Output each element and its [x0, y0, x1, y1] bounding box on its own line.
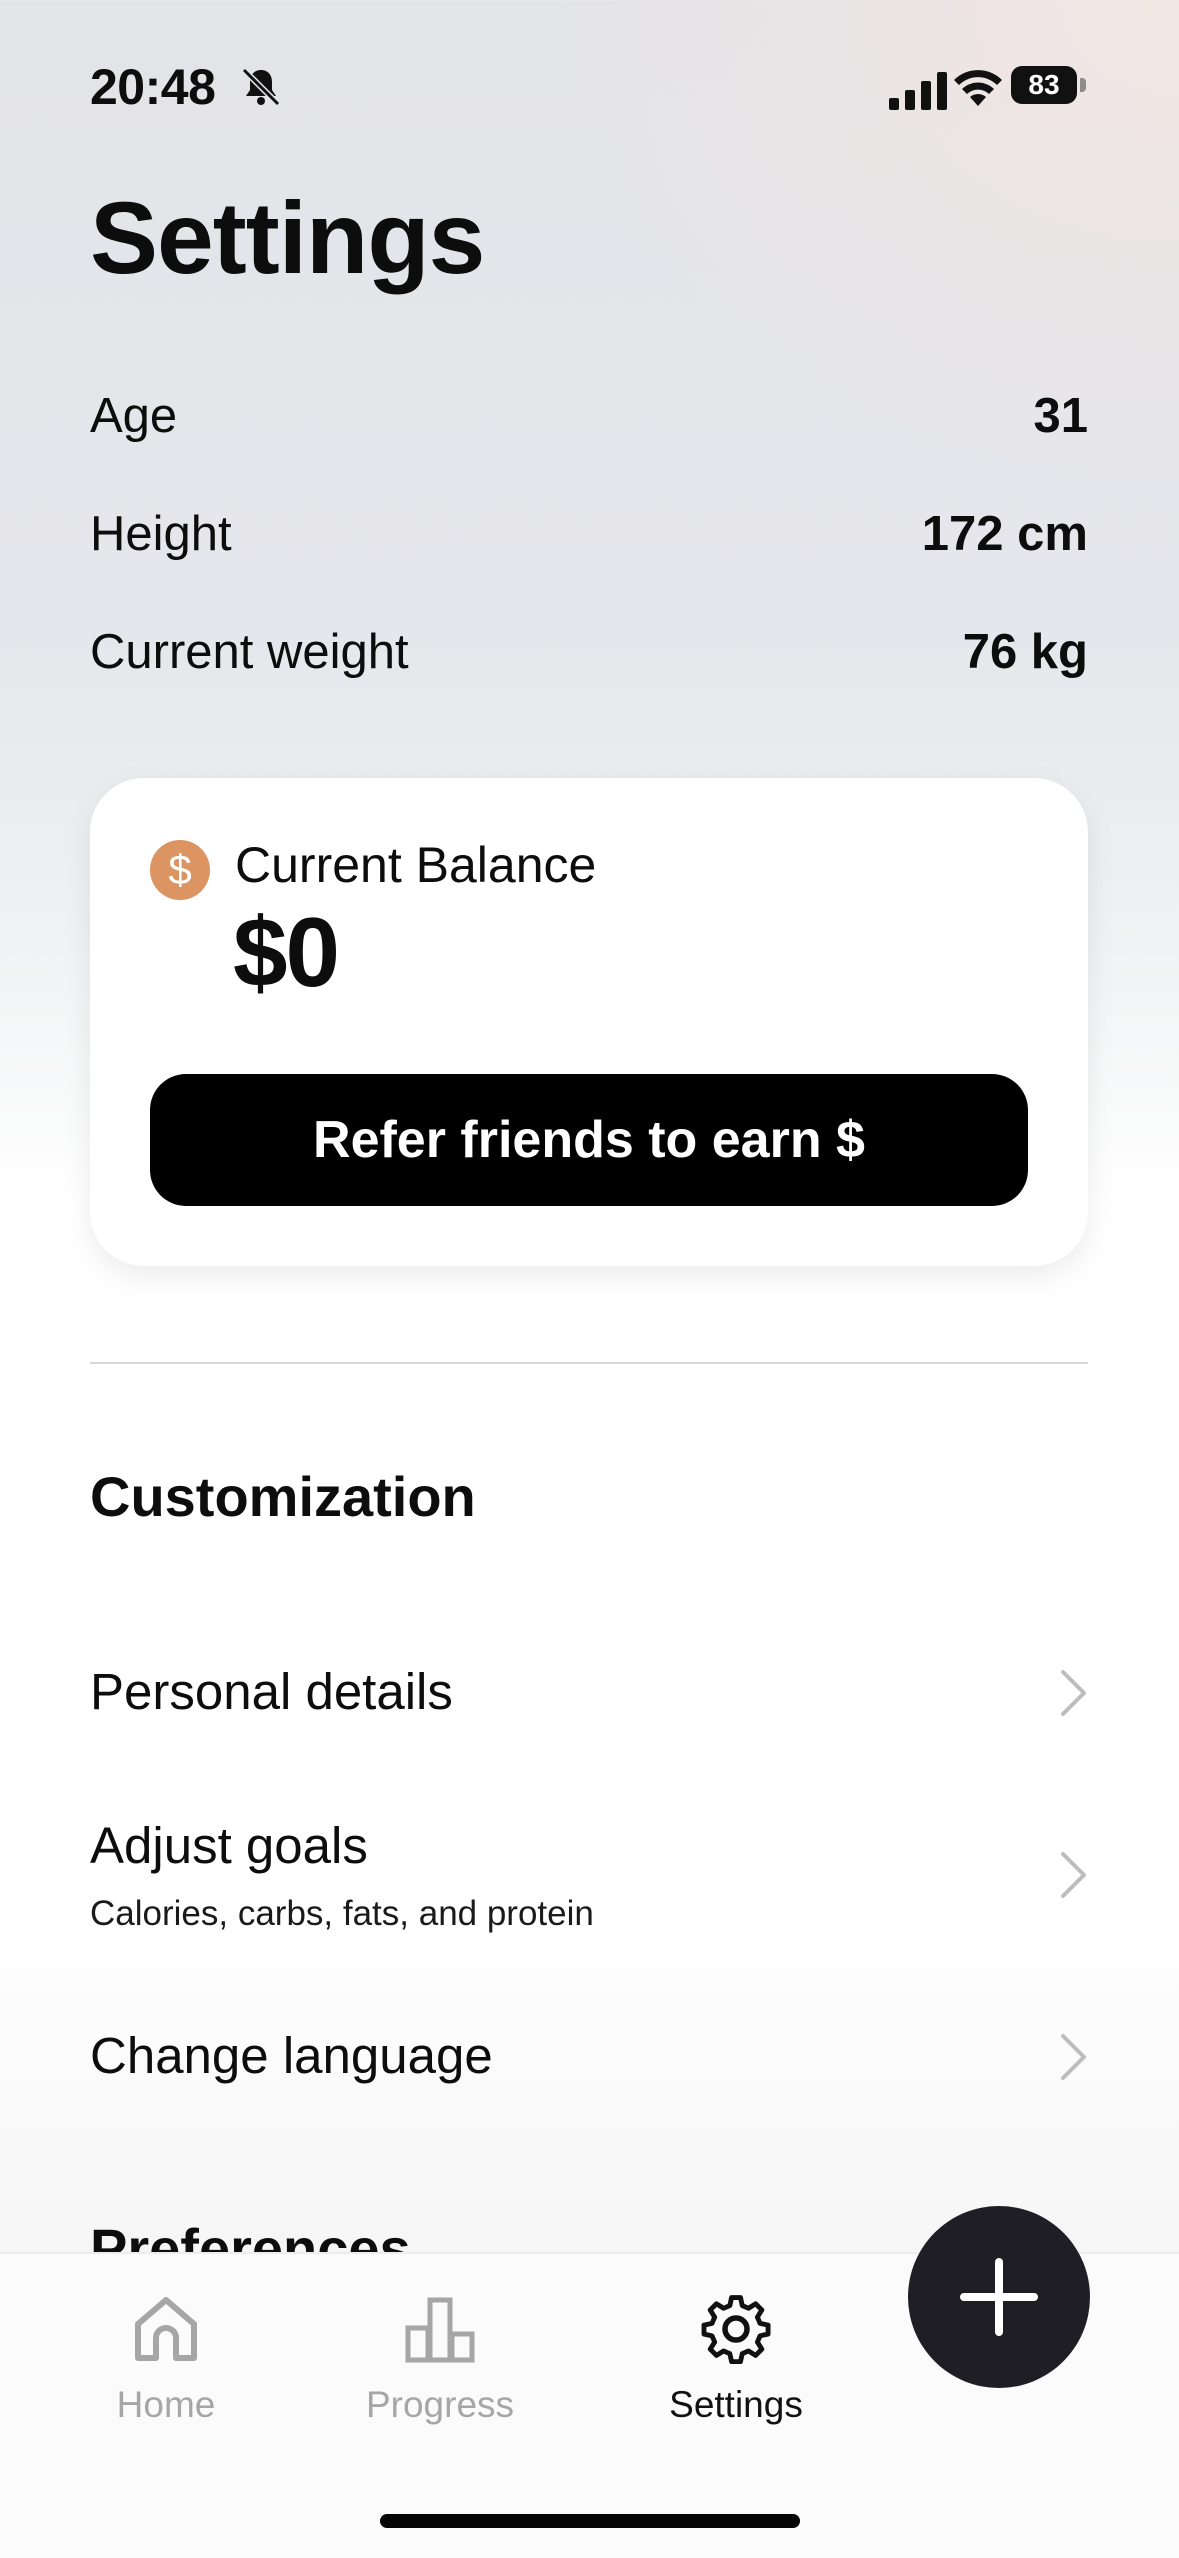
- chevron-right-icon: [1061, 2034, 1086, 2080]
- stat-label: Height: [90, 507, 232, 561]
- status-bar: 20:48 83: [90, 52, 1089, 122]
- background-tint: [0, 0, 1179, 900]
- chevron-right-icon: [1061, 1852, 1086, 1898]
- tab-home[interactable]: Home: [46, 2294, 286, 2426]
- status-time: 20:48: [90, 59, 216, 115]
- tab-label: Home: [116, 2384, 216, 2425]
- home-icon: [135, 2297, 197, 2361]
- divider: [90, 1362, 1088, 1364]
- menu-item-label: Change language: [90, 2027, 493, 2084]
- stat-value: 76 kg: [962, 625, 1088, 679]
- stat-label: Age: [90, 389, 178, 443]
- home-indicator: [380, 2514, 800, 2528]
- battery-indicator: 83: [1011, 66, 1089, 104]
- section-title-customization: Customization: [90, 1465, 476, 1528]
- menu-item-personal-details[interactable]: Personal details: [90, 1662, 1088, 1742]
- tab-label: Progress: [365, 2384, 515, 2425]
- refer-friends-button[interactable]: Refer friends to earn $: [150, 1074, 1028, 1206]
- menu-item-label: Adjust goals: [90, 1817, 368, 1874]
- balance-label: Current Balance: [235, 837, 597, 893]
- add-button[interactable]: [908, 2206, 1090, 2388]
- tab-label: Settings: [669, 2384, 803, 2425]
- cellular-signal-icon: [889, 72, 947, 110]
- menu-item-change-language[interactable]: Change language: [90, 2026, 1088, 2106]
- tab-settings[interactable]: Settings: [616, 2294, 856, 2426]
- balance-amount: $0: [233, 897, 340, 1007]
- plus-icon: [960, 2258, 1038, 2336]
- menu-item-adjust-goals[interactable]: Adjust goals Calories, carbs, fats, and …: [90, 1816, 1088, 1946]
- stat-value: 31: [1033, 389, 1088, 443]
- bar-chart-icon: [405, 2297, 475, 2363]
- stat-value: 172 cm: [921, 507, 1088, 561]
- battery-level: 83: [1011, 66, 1077, 104]
- bell-muted-icon: [241, 67, 281, 107]
- dollar-coin-icon: $: [150, 840, 210, 900]
- stat-row-height: Height 172 cm: [90, 506, 1088, 566]
- balance-card: $ Current Balance $0 Refer friends to ea…: [90, 778, 1088, 1266]
- tab-progress[interactable]: Progress: [320, 2294, 560, 2426]
- wifi-icon: [954, 70, 1002, 106]
- battery-nub: [1080, 78, 1086, 92]
- page-title: Settings: [90, 181, 485, 295]
- menu-item-label: Personal details: [90, 1663, 453, 1720]
- gear-icon: [701, 2295, 771, 2364]
- stat-label: Current weight: [90, 625, 409, 679]
- chevron-right-icon: [1061, 1670, 1086, 1716]
- stat-row-current-weight: Current weight 76 kg: [90, 624, 1088, 684]
- stat-row-age: Age 31: [90, 388, 1088, 448]
- menu-item-subtitle: Calories, carbs, fats, and protein: [90, 1894, 594, 1933]
